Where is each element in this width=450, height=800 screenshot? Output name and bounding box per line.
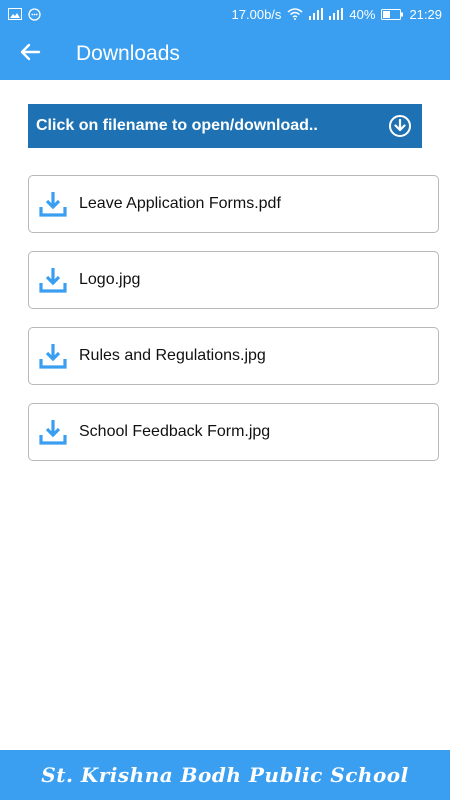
network-speed: 17.00b/s — [231, 6, 282, 22]
file-list: Leave Application Forms.pdf Logo.jpg Rul… — [28, 175, 439, 479]
file-name: Logo.jpg — [79, 271, 141, 288]
school-footer: St. Krishna Bodh Public School — [0, 750, 450, 800]
back-button[interactable] — [0, 28, 60, 80]
download-circle-icon — [388, 114, 412, 138]
status-bar-right: 17.00b/s 40% 21:29 — [232, 7, 442, 22]
wifi-icon — [287, 8, 303, 20]
status-bar: 17.00b/s 40% 21:29 — [0, 0, 450, 28]
status-bar-left — [8, 7, 41, 21]
chat-icon — [28, 7, 41, 21]
signal-icon — [329, 8, 344, 20]
signal-icon — [309, 8, 324, 20]
file-item[interactable]: School Feedback Form.jpg — [28, 403, 439, 461]
file-name: School Feedback Form.jpg — [79, 423, 271, 440]
file-item[interactable]: Logo.jpg — [28, 251, 439, 309]
page-title: Downloads — [76, 42, 180, 65]
file-name: Rules and Regulations.jpg — [79, 347, 266, 364]
battery-icon — [381, 8, 404, 20]
file-item[interactable]: Leave Application Forms.pdf — [28, 175, 439, 233]
image-icon — [8, 8, 22, 20]
download-icon — [29, 418, 77, 446]
file-name: Leave Application Forms.pdf — [79, 195, 281, 212]
arrow-left-icon — [18, 40, 42, 69]
banner-text: Click on filename to open/download.. — [36, 117, 318, 134]
download-icon — [29, 266, 77, 294]
instruction-banner: Click on filename to open/download.. — [28, 104, 422, 148]
clock: 21:29 — [409, 6, 442, 22]
app-bar: Downloads — [0, 28, 450, 80]
download-icon — [29, 190, 77, 218]
file-item[interactable]: Rules and Regulations.jpg — [28, 327, 439, 385]
download-icon — [29, 342, 77, 370]
battery-percent: 40% — [349, 6, 376, 22]
school-name: St. Krishna Bodh Public School — [41, 763, 409, 787]
